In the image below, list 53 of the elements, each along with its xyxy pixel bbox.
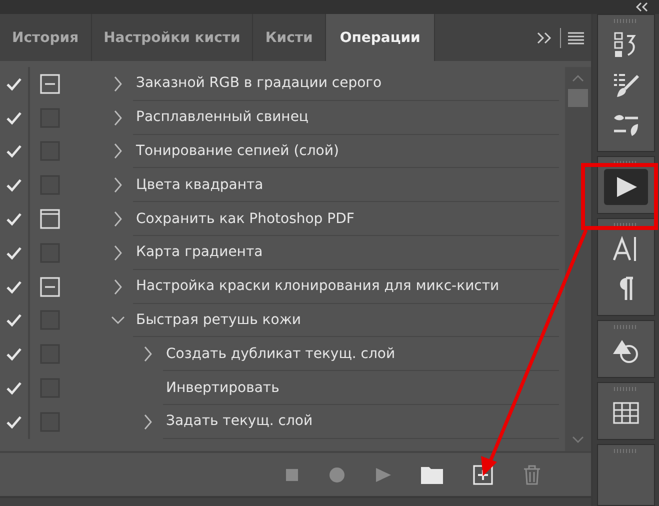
brush-list-icon	[612, 72, 640, 98]
action-item[interactable]: Сохранить как Photoshop PDF	[133, 202, 559, 236]
checkmark-icon[interactable]	[6, 76, 22, 91]
checkmark-icon[interactable]	[6, 313, 22, 328]
chevron-right-icon[interactable]	[113, 176, 123, 194]
checkmark-icon[interactable]	[6, 414, 22, 429]
folder-icon[interactable]	[421, 466, 443, 484]
action-item[interactable]: Цвета квадранта	[133, 168, 559, 202]
checkmark-icon[interactable]	[6, 347, 22, 362]
text-cursor-icon	[613, 236, 639, 262]
chevron-right-icon[interactable]	[113, 278, 123, 296]
shapes-icon	[612, 338, 640, 364]
chevron-right-icon[interactable]	[113, 108, 123, 127]
grid-icon	[613, 402, 639, 424]
chevron-right-icon[interactable]	[113, 244, 123, 262]
play-icon	[614, 175, 638, 199]
chevron-right-icon[interactable]	[113, 74, 123, 93]
action-item[interactable]: Заказной RGB в градации серого	[133, 67, 559, 101]
chevron-right-icon[interactable]	[143, 345, 153, 364]
panel-tab[interactable]: Настройки кисти	[92, 14, 254, 61]
dialog-toggle-icon[interactable]	[40, 209, 60, 230]
panel-tab[interactable]: Операции	[326, 14, 436, 61]
checkmark-icon[interactable]	[6, 178, 22, 192]
action-item[interactable]: Расплавленный свинец	[133, 100, 559, 135]
pilcrow-icon	[617, 276, 635, 302]
action-item[interactable]: Инвертировать	[163, 371, 559, 405]
dock-button[interactable]	[604, 169, 648, 205]
scrollbar[interactable]	[565, 67, 591, 451]
checkmark-icon[interactable]	[6, 246, 22, 260]
action-item[interactable]: Быстрая ретушь кожи	[133, 304, 559, 338]
chevron-right-icon[interactable]	[113, 210, 123, 228]
dialog-toggle-icon[interactable]	[40, 74, 60, 94]
checkmark-icon[interactable]	[6, 280, 22, 294]
chevron-right-icon[interactable]	[143, 412, 153, 431]
dialog-toggle-icon[interactable]	[40, 276, 60, 297]
action-item[interactable]: Настройка краски клонирования для микс-кисти	[133, 270, 559, 304]
checkmark-icon[interactable]	[6, 212, 22, 226]
new-action-icon[interactable]	[473, 464, 493, 484]
checkmark-icon[interactable]	[6, 110, 22, 125]
action-item[interactable]: Создать дубликат текущ. слой	[163, 337, 559, 372]
menu-icon[interactable]	[567, 30, 585, 44]
panel-tab[interactable]: История	[0, 14, 92, 61]
action-item[interactable]: Карта градиента	[133, 236, 559, 270]
checkmark-icon[interactable]	[6, 144, 22, 158]
brush-sliders-icon	[612, 113, 640, 137]
scroll-thumb[interactable]	[568, 89, 588, 107]
expand-panels-icon[interactable]	[536, 30, 554, 44]
checkmark-icon[interactable]	[6, 381, 22, 396]
collapse-icon[interactable]	[635, 2, 649, 12]
action-item[interactable]: Тонирование сепией (слой)	[133, 134, 559, 168]
chevron-down-icon[interactable]	[110, 314, 126, 326]
action-item[interactable]: Задать текущ. слой	[163, 404, 559, 439]
chevron-right-icon[interactable]	[113, 142, 123, 160]
